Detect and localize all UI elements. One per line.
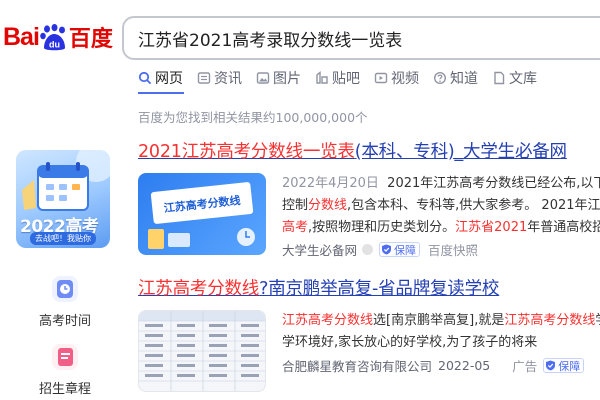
snapshot-link[interactable]: 百度快照	[428, 240, 478, 259]
title-rest: ?南京鹏举高复-省品牌复读学校	[259, 279, 500, 299]
search-tabs: 网页 资讯 图片 贴吧 视频 知道 文库	[138, 68, 551, 90]
thumbnail-graphic: 江苏高考分数线	[148, 182, 255, 249]
guarantee-badge[interactable]: 保障	[543, 358, 585, 373]
video-icon	[374, 72, 388, 84]
svg-text:du: du	[49, 39, 60, 49]
guarantee-badge[interactable]: 保障	[379, 242, 421, 257]
tab-tieba[interactable]: 贴吧	[315, 68, 360, 88]
question-icon	[433, 71, 447, 85]
shield-check-icon	[382, 244, 392, 255]
paw-icon: du	[40, 23, 67, 51]
sidebar-item-enrollment-rules[interactable]: 招生章程	[30, 344, 100, 397]
sidebar-item-label: 招生章程	[38, 382, 91, 397]
top-bar: Bai du 百度	[0, 0, 600, 68]
tab-label: 网页	[155, 71, 183, 87]
result-count: 百度为您找到相关结果约100,000,000个	[138, 110, 368, 125]
baidu-logo[interactable]: Bai du 百度	[3, 22, 113, 53]
tieba-icon	[316, 71, 328, 84]
result-source: 合肥麟星教育咨询有限公司 2022-05 广告 保障	[282, 356, 585, 375]
active-tab-indicator	[138, 92, 184, 94]
ad-label: 广告	[512, 359, 538, 374]
tab-label: 知道	[450, 71, 478, 87]
search-input[interactable]	[124, 18, 600, 58]
result-snippet: 2022年4月20日 2021年江苏高考分数线已经公布,以下是 控制分数线,包含…	[282, 176, 600, 235]
result-thumbnail[interactable]: 江苏高考分数线	[138, 173, 266, 255]
image-icon	[256, 72, 270, 84]
search-result: 江苏高考分数线?南京鹏举高复-省品牌复读学校 江苏高考分数线选[南京鹏举高复],…	[138, 275, 600, 400]
sidebar-item-label: 高考时间	[38, 314, 91, 329]
source-name[interactable]: 大学生必备网	[282, 240, 357, 259]
tab-label: 文库	[509, 71, 537, 87]
news-icon	[197, 72, 211, 84]
tab-label: 资讯	[214, 71, 242, 87]
title-highlight: 2021江苏高考分数线一览表	[138, 142, 355, 162]
source-name[interactable]: 合肥麟星教育咨询有限公司	[282, 356, 432, 375]
tab-web[interactable]: 网页	[138, 68, 183, 88]
title-rest: (本科、专科)_大学生必备网	[354, 142, 567, 162]
search-icon	[138, 71, 152, 85]
result-snippet: 江苏高考分数线选[南京鹏举高复],就是江苏高考分数线学 学环境好,家长放心的好学…	[282, 313, 600, 350]
logo-text-cn: 百度	[68, 27, 113, 52]
tab-images[interactable]: 图片	[256, 68, 301, 88]
tab-wenku[interactable]: 文库	[492, 68, 537, 88]
banner-slogan: 去战吧！我贴你	[30, 232, 96, 245]
logo-text-latin: Bai	[3, 22, 40, 51]
result-thumbnail[interactable]	[138, 310, 266, 392]
document-icon	[494, 71, 505, 85]
sidebar-item-gaokao-time[interactable]: 高考时间	[30, 276, 100, 329]
document-icon	[52, 344, 78, 370]
title-highlight: 江苏高考分数线	[138, 279, 260, 299]
shield-check-icon	[546, 360, 556, 371]
score-table-graphic	[139, 311, 265, 391]
search-result: 2021江苏高考分数线一览表(本科、专科)_大学生必备网 江苏高考分数线 202…	[138, 138, 600, 265]
clock-icon	[52, 276, 78, 302]
search-box[interactable]	[122, 16, 600, 60]
source-dropdown-icon[interactable]	[362, 244, 374, 255]
tab-news[interactable]: 资讯	[197, 68, 242, 88]
tab-label: 贴吧	[332, 71, 360, 87]
gaokao-2022-banner[interactable]: 2022高考 去战吧！我贴你	[16, 150, 110, 248]
tab-video[interactable]: 视频	[374, 68, 419, 88]
result-title-link[interactable]: 2021江苏高考分数线一览表(本科、专科)_大学生必备网	[138, 138, 600, 163]
result-source: 大学生必备网 保障 百度快照	[282, 240, 478, 259]
result-title-link[interactable]: 江苏高考分数线?南京鹏举高复-省品牌复读学校	[138, 275, 600, 300]
result-date: 2022-05	[438, 358, 491, 373]
result-date: 2022年4月20日	[282, 176, 379, 191]
tab-label: 图片	[273, 71, 301, 87]
tab-label: 视频	[391, 71, 419, 87]
tab-zhidao[interactable]: 知道	[433, 68, 478, 88]
